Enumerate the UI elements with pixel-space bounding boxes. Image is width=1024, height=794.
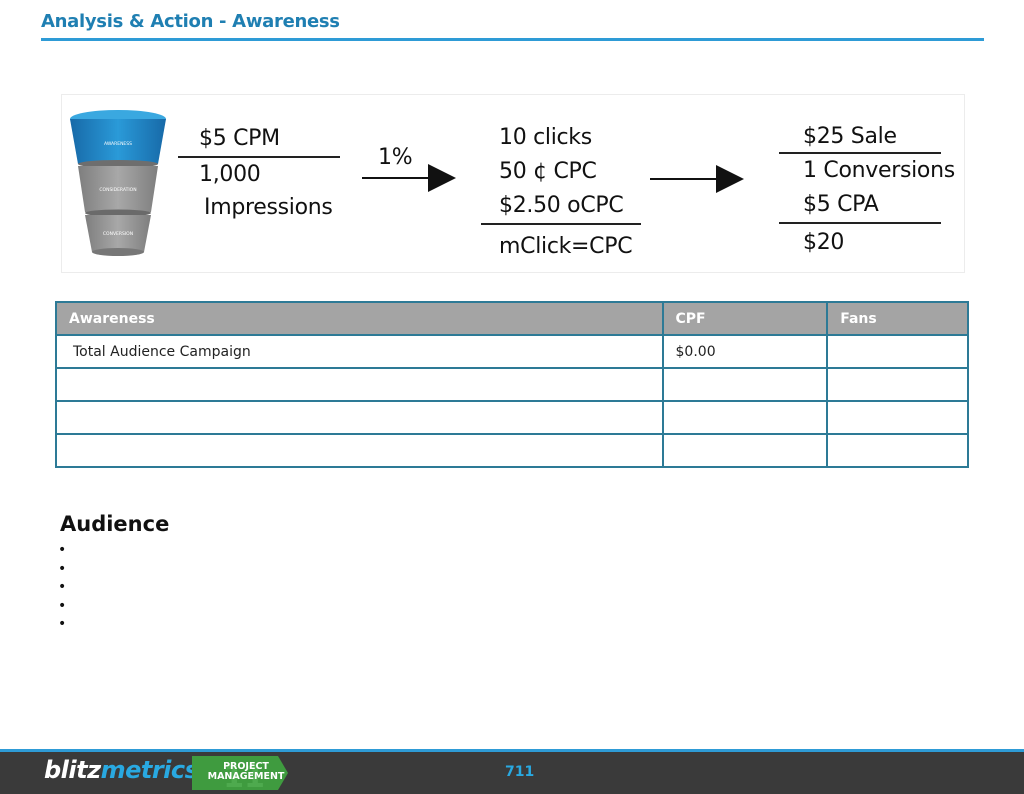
table-cell	[55, 367, 664, 402]
table-cell	[55, 400, 664, 435]
list-item: •	[58, 616, 67, 632]
arrow-right-icon	[650, 165, 744, 193]
list-item: •	[58, 597, 67, 614]
blitzmetrics-logo: blitzmetrics	[44, 756, 199, 784]
table-cell	[55, 433, 664, 468]
audience-heading: Audience	[60, 512, 170, 536]
table-cell	[826, 433, 969, 468]
table-cell: $0.00	[661, 334, 829, 369]
conversions-value: 1 Conversions	[803, 158, 955, 183]
conversion-formula-panel: AWARENESS CONSIDERATION CONVERSION $5 CP…	[61, 94, 965, 273]
column-header-fans: Fans	[826, 301, 969, 336]
table-row	[55, 433, 969, 468]
awareness-table: Awareness CPF Fans Total Audience Campai…	[55, 301, 969, 468]
list-item: •	[58, 560, 67, 577]
sale-divider	[779, 152, 941, 154]
table-cell: Total Audience Campaign	[55, 334, 664, 369]
table-cell	[826, 400, 969, 435]
mclick-value: mClick=CPC	[499, 234, 633, 259]
table-row	[55, 400, 969, 435]
page-title: Analysis & Action - Awareness	[41, 11, 340, 32]
table-cell	[661, 433, 829, 468]
cpc-value: 50 ¢ CPC	[499, 159, 597, 184]
impressions-count: 1,000	[199, 162, 261, 187]
page-number: 711	[505, 764, 535, 780]
table-cell	[826, 334, 969, 369]
table-cell	[826, 367, 969, 402]
table-row	[55, 367, 969, 402]
cpm-value: $5 CPM	[199, 126, 280, 151]
clicks-divider	[481, 223, 641, 225]
audience-bullet-list: • • • • •	[58, 541, 66, 634]
ocpc-value: $2.50 oCPC	[499, 193, 624, 218]
cpm-divider	[178, 156, 340, 158]
arrow-right-icon	[362, 164, 456, 192]
column-header-cpf: CPF	[661, 301, 829, 336]
list-item: •	[58, 542, 67, 558]
page-footer: blitzmetrics 11 PROJECT MANAGEMENT 711	[0, 749, 1024, 794]
table-header-row: Awareness CPF Fans	[55, 301, 969, 336]
sale-value: $25 Sale	[803, 124, 897, 149]
table-row: Total Audience Campaign $0.00	[55, 334, 969, 369]
column-header-awareness: Awareness	[55, 301, 664, 336]
svg-text:AWARENESS: AWARENESS	[104, 141, 132, 147]
table-cell	[661, 400, 829, 435]
svg-text:CONVERSION: CONVERSION	[103, 231, 133, 237]
svg-text:CONSIDERATION: CONSIDERATION	[99, 187, 136, 193]
table-cell	[661, 367, 829, 402]
profit-value: $20	[803, 230, 845, 255]
impressions-label: Impressions	[204, 195, 333, 220]
badge-label: PROJECT MANAGEMENT	[207, 761, 285, 782]
cpa-value: $5 CPA	[803, 192, 879, 217]
cpa-divider	[779, 222, 941, 224]
clicks-value: 10 clicks	[499, 125, 592, 150]
list-item: •	[58, 579, 67, 595]
marketing-funnel-graphic: AWARENESS CONSIDERATION CONVERSION	[70, 110, 166, 256]
title-divider	[41, 38, 984, 41]
